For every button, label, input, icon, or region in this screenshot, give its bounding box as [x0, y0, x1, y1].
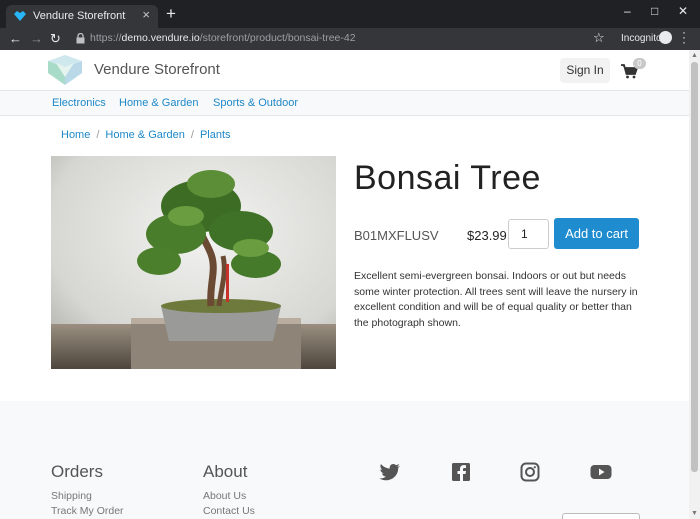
incognito-label: Incognito: [621, 33, 662, 44]
maximize-icon[interactable]: □: [651, 4, 658, 18]
reload-icon[interactable]: ↻: [50, 31, 61, 47]
back-icon[interactable]: ←: [9, 31, 22, 47]
nav-electronics[interactable]: Electronics: [52, 97, 106, 109]
site-header: Vendure Storefront Sign In 0: [0, 50, 689, 90]
tab-close-icon[interactable]: ×: [142, 8, 150, 22]
cart-count-badge: 0: [633, 58, 646, 69]
tab-title: Vendure Storefront: [33, 10, 126, 22]
site-footer: Orders Shipping Track My Order About Abo…: [0, 401, 689, 519]
brand-name[interactable]: Vendure Storefront: [94, 61, 220, 78]
footer-link-track-order[interactable]: Track My Order: [51, 505, 124, 517]
footer-select-box[interactable]: [562, 513, 640, 519]
forward-icon[interactable]: →: [30, 31, 43, 47]
footer-orders-heading: Orders: [51, 462, 103, 481]
window-close-icon[interactable]: ✕: [678, 4, 688, 18]
instagram-icon[interactable]: [519, 462, 541, 482]
page-scrollbar[interactable]: ▲ ▼: [689, 50, 700, 519]
lock-icon: [76, 33, 85, 44]
nav-home-garden[interactable]: Home & Garden: [119, 97, 198, 109]
footer-link-shipping[interactable]: Shipping: [51, 490, 92, 502]
scroll-down-icon[interactable]: ▼: [691, 510, 698, 517]
minimize-icon[interactable]: –: [624, 4, 631, 18]
breadcrumb-plants[interactable]: Plants: [200, 129, 231, 141]
product-sku: B01MXFLUSV: [354, 228, 439, 243]
browser-menu-icon[interactable]: · · ·: [681, 26, 687, 48]
product-title: Bonsai Tree: [354, 159, 541, 197]
product-description: Excellent semi-evergreen bonsai. Indoors…: [354, 270, 638, 329]
sign-in-button[interactable]: Sign In: [560, 58, 610, 83]
nav-sports-outdoor[interactable]: Sports & Outdoor: [213, 97, 298, 109]
page-viewport: Vendure Storefront Sign In 0 Electronics…: [0, 50, 689, 519]
scroll-up-icon[interactable]: ▲: [691, 52, 698, 59]
facebook-icon[interactable]: [450, 462, 472, 482]
vendure-logo[interactable]: [46, 53, 84, 87]
address-bar[interactable]: https://demo.vendure.io/storefront/produ…: [70, 29, 610, 49]
twitter-icon[interactable]: [379, 462, 401, 482]
new-tab-button[interactable]: +: [166, 5, 176, 23]
bookmark-star-icon[interactable]: ☆: [593, 30, 605, 46]
youtube-icon[interactable]: [590, 462, 612, 482]
browser-titlebar: Vendure Storefront × + – □ ✕: [0, 0, 700, 28]
breadcrumb-home[interactable]: Home: [61, 129, 90, 141]
incognito-icon[interactable]: [659, 31, 672, 44]
browser-tab[interactable]: Vendure Storefront ×: [6, 5, 158, 28]
scrollbar-thumb[interactable]: [691, 62, 698, 472]
breadcrumb: Home / Home & Garden / Plants: [61, 129, 231, 141]
quantity-input[interactable]: [508, 219, 549, 249]
vendure-favicon-icon: [14, 11, 26, 21]
breadcrumb-home-garden[interactable]: Home & Garden: [105, 129, 184, 141]
product-price: $23.99: [467, 228, 507, 243]
add-to-cart-button[interactable]: Add to cart: [554, 218, 639, 249]
url-text: https://demo.vendure.io/storefront/produ…: [90, 32, 356, 44]
category-nav: Electronics Home & Garden Sports & Outdo…: [0, 90, 689, 116]
footer-link-about-us[interactable]: About Us: [203, 490, 246, 502]
footer-link-contact-us[interactable]: Contact Us: [203, 505, 255, 517]
product-image: [51, 156, 336, 369]
footer-about-heading: About: [203, 462, 248, 481]
